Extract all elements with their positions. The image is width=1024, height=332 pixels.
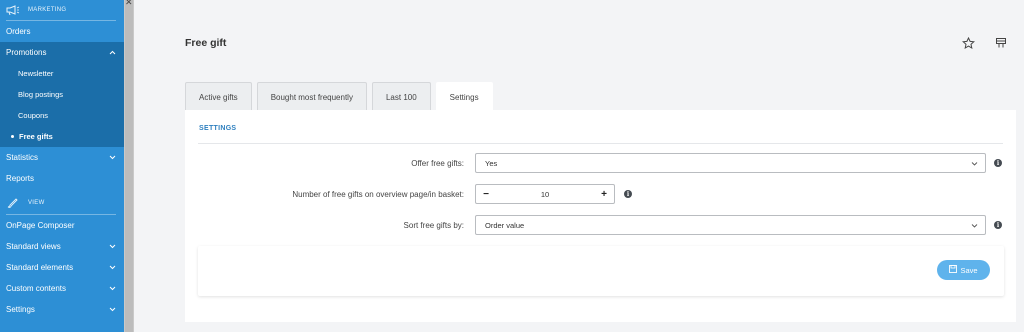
close-icon[interactable]: ✕ [125, 0, 133, 8]
info-icon[interactable]: i [994, 221, 1002, 229]
chevron-down-icon [108, 154, 116, 162]
select-value: Yes [485, 158, 498, 168]
info-icon[interactable]: i [994, 159, 1002, 167]
chevron-down-icon [108, 306, 116, 314]
bookmark-list-icon[interactable] [994, 36, 1008, 50]
page-title: Free gift [185, 37, 227, 49]
promotions-group: Promotions Newsletter Blog postings Coup… [0, 42, 124, 147]
select-value: Order value [485, 220, 525, 230]
scrollbar-thumb[interactable] [125, 0, 133, 332]
settings-heading: SETTINGS [199, 125, 237, 132]
free-gifts-count-stepper[interactable]: − 10 + [475, 184, 615, 204]
offer-free-gifts-select[interactable]: Yes [475, 153, 986, 173]
tab-last-100[interactable]: Last 100 [371, 82, 431, 111]
sidebar-scrollbar[interactable] [124, 0, 134, 332]
sidebar-item-onpage-composer[interactable]: OnPage Composer [0, 215, 124, 236]
tab-bar: Active gifts Bought most frequently Last… [185, 82, 493, 111]
sidebar-subitem-label: Free gifts [19, 132, 53, 141]
sidebar-subitem-label: Coupons [18, 111, 49, 120]
sidebar: MARKETING Orders Promotions Newsletter B… [0, 0, 124, 332]
sidebar-item-label: Reports [6, 174, 35, 183]
brush-icon [6, 198, 20, 208]
save-icon [949, 265, 958, 275]
sidebar-subitem-newsletter[interactable]: Newsletter [0, 63, 124, 84]
sidebar-item-statistics[interactable]: Statistics [0, 147, 124, 168]
chevron-up-icon [108, 49, 116, 57]
free-gifts-count-label: Number of free gifts on overview page/in… [292, 190, 464, 199]
sidebar-subitem-label: Newsletter [18, 69, 54, 78]
sidebar-item-standard-elements[interactable]: Standard elements [0, 257, 124, 278]
sidebar-item-label: Standard views [6, 242, 61, 251]
sort-free-gifts-select[interactable]: Order value [475, 215, 986, 235]
star-icon[interactable] [961, 36, 975, 50]
sidebar-subitem-label: Blog postings [18, 90, 64, 99]
tab-bought-most-frequently[interactable]: Bought most frequently [256, 82, 367, 111]
sidebar-item-label: Orders [6, 27, 31, 36]
offer-free-gifts-label: Offer free gifts: [411, 159, 464, 168]
sidebar-item-settings[interactable]: Settings [0, 299, 124, 320]
sidebar-item-promotions[interactable]: Promotions [0, 42, 124, 63]
section-marketing-label: MARKETING [28, 7, 67, 13]
sidebar-item-label: Settings [6, 305, 35, 314]
chevron-down-icon [971, 222, 978, 229]
plus-button[interactable]: + [594, 185, 614, 203]
sidebar-item-label: Statistics [6, 153, 39, 162]
tab-active-gifts[interactable]: Active gifts [185, 82, 252, 111]
section-marketing: MARKETING [0, 0, 124, 20]
sidebar-item-orders[interactable]: Orders [0, 21, 124, 42]
sidebar-subitem-free-gifts[interactable]: Free gifts [0, 126, 124, 147]
minus-button[interactable]: − [476, 185, 496, 203]
sort-free-gifts-label: Sort free gifts by: [403, 221, 464, 230]
sidebar-subitem-coupons[interactable]: Coupons [0, 105, 124, 126]
divider [198, 143, 1003, 144]
tab-settings[interactable]: Settings [435, 82, 493, 111]
sidebar-item-label: Promotions [6, 48, 47, 57]
section-view-label: VIEW [28, 200, 45, 206]
chevron-down-icon [971, 160, 978, 167]
save-button[interactable]: Save [937, 260, 990, 280]
sidebar-item-label: Custom contents [6, 284, 67, 293]
section-view: VIEW [0, 192, 124, 214]
sidebar-item-standard-views[interactable]: Standard views [0, 236, 124, 257]
chevron-down-icon [108, 264, 116, 272]
sidebar-item-custom-contents[interactable]: Custom contents [0, 278, 124, 299]
save-bar [198, 246, 1004, 296]
bullet-icon [11, 135, 14, 138]
info-icon[interactable]: i [624, 190, 632, 198]
sidebar-item-label: Standard elements [6, 263, 74, 272]
chevron-down-icon [108, 243, 116, 251]
chevron-down-icon [108, 285, 116, 293]
sidebar-item-label: OnPage Composer [6, 221, 75, 230]
sidebar-subitem-blog-postings[interactable]: Blog postings [0, 84, 124, 105]
megaphone-icon [6, 5, 20, 15]
stepper-value[interactable]: 10 [541, 190, 549, 199]
sidebar-item-reports[interactable]: Reports [0, 168, 124, 189]
save-button-label: Save [960, 265, 978, 275]
